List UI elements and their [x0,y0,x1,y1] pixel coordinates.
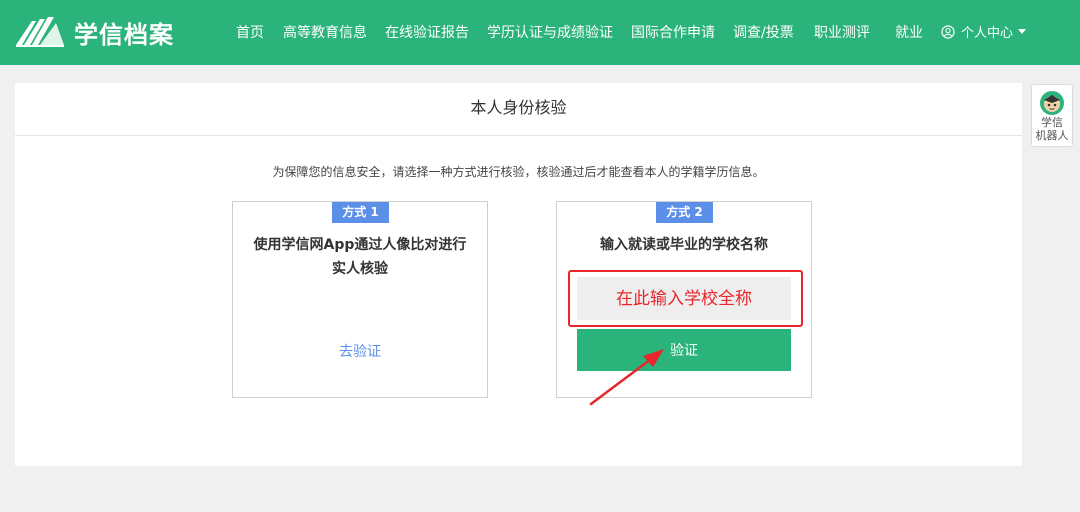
nav-item-home[interactable]: 首页 [236,22,264,42]
method-2-card: 方式 2 输入就读或毕业的学校名称 验证 [556,201,812,398]
verify-button[interactable]: 验证 [577,329,791,371]
nav-item-certification[interactable]: 学历认证与成绩验证 [487,22,613,42]
nav-item-higher-education[interactable]: 高等教育信息 [283,22,367,42]
user-icon [941,24,955,39]
method-2-badge: 方式 2 [656,202,713,223]
nav-item-international[interactable]: 国际合作申请 [631,22,715,42]
nav-item-survey[interactable]: 调查/投票 [733,22,794,42]
robot-icon [1040,91,1064,115]
nav-item-employment[interactable]: 就业 [895,22,923,42]
method-1-badge: 方式 1 [332,202,389,223]
identity-verification-panel: 本人身份核验 为保障您的信息安全，请选择一种方式进行核验，核验通过后才能查看本人… [15,83,1022,466]
nav-item-career-test[interactable]: 职业测评 [814,22,870,42]
robot-label-line2: 机器人 [1035,129,1069,142]
go-verify-link[interactable]: 去验证 [233,341,487,361]
panel-title: 本人身份核验 [15,83,1022,136]
top-navigation-bar: 学信档案 首页 高等教育信息 在线验证报告 学历认证与成绩验证 国际合作申请 调… [0,0,1080,65]
method-1-card: 方式 1 使用学信网App通过人像比对进行实人核验 去验证 [232,201,488,398]
user-center-label: 个人中心 [961,26,1014,41]
method-2-title: 输入就读或毕业的学校名称 [600,237,768,253]
assistant-robot-button[interactable]: 学信 机器人 [1031,84,1073,147]
security-notice: 为保障您的信息安全，请选择一种方式进行核验，核验通过后才能查看本人的学籍学历信息… [272,165,765,179]
main-nav: 首页 高等教育信息 在线验证报告 学历认证与成绩验证 国际合作申请 调查/投票 … [0,0,1080,65]
nav-item-online-report[interactable]: 在线验证报告 [385,22,469,42]
robot-label-line1: 学信 [1041,116,1063,129]
method-1-title: 使用学信网App通过人像比对进行实人核验 [253,237,467,277]
school-name-input[interactable] [577,277,791,320]
user-center-menu[interactable]: 个人中心 [941,22,1027,41]
caret-down-icon [1018,29,1027,34]
